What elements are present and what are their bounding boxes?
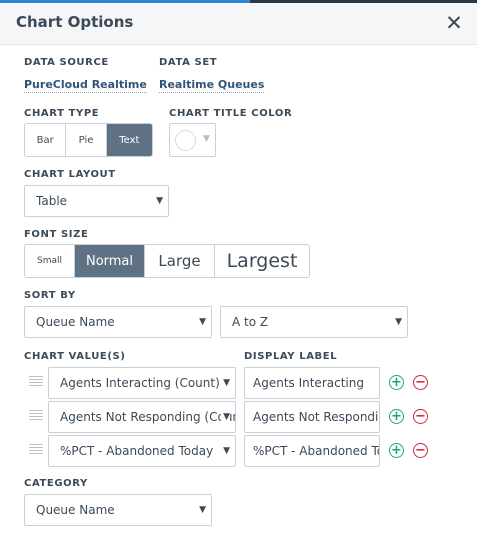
sort-by-order-value: A to Z [232,315,269,329]
chart-title-color-picker[interactable]: ▼ [169,123,216,157]
font-size-selector: Small Normal Large Largest [24,244,310,278]
font-size-normal-button[interactable]: Normal [75,245,145,277]
dialog-header: Chart Options ✕ [0,3,477,45]
chevron-down-icon: ▼ [221,410,230,424]
close-icon[interactable]: ✕ [444,11,464,35]
add-value-icon[interactable]: + [389,443,404,458]
chevron-down-icon: ▼ [154,194,163,208]
font-size-label: FONT SIZE [24,229,89,240]
chart-value-select[interactable]: Agents Interacting (Count) ▼ [48,367,236,399]
dialog-title: Chart Options [16,13,134,31]
chevron-down-icon: ▼ [203,134,210,144]
chart-layout-select[interactable]: Table ▼ [24,185,169,217]
chart-value-select[interactable]: Agents Not Responding (Count) ▼ [48,401,236,433]
category-select[interactable]: Queue Name ▼ [24,494,212,526]
chart-type-pie-button[interactable]: Pie [66,124,107,156]
data-source-label: DATA SOURCE [24,57,109,68]
chart-title-color-label: CHART TITLE COLOR [169,108,293,119]
category-value: Queue Name [36,503,115,517]
drag-handle-icon[interactable] [29,410,43,424]
chart-value-text: %PCT - Abandoned Today [60,444,214,458]
chart-value-text: Agents Not Responding (Count) [60,410,236,424]
display-label-input[interactable]: Agents Not Responding [244,401,380,433]
drag-handle-icon[interactable] [29,376,43,390]
chart-type-bar-button[interactable]: Bar [25,124,67,156]
chevron-down-icon: ▼ [221,444,230,458]
font-size-largest-button[interactable]: Largest [215,245,309,277]
remove-value-icon[interactable]: − [413,443,428,458]
color-swatch [175,130,196,151]
chart-value-select[interactable]: %PCT - Abandoned Today ▼ [48,435,236,467]
drag-handle-icon[interactable] [29,444,43,458]
display-label-input[interactable]: %PCT - Abandoned Today [244,435,380,467]
chevron-down-icon: ▼ [221,376,230,390]
data-set-label: DATA SET [159,57,218,68]
remove-value-icon[interactable]: − [413,375,428,390]
chart-type-label: CHART TYPE [24,108,100,119]
add-value-icon[interactable]: + [389,409,404,424]
chevron-down-icon: ▼ [197,503,206,517]
chevron-down-icon: ▼ [197,315,206,329]
chart-type-selector: Bar Pie Text [24,123,153,157]
category-label: CATEGORY [24,478,88,489]
chevron-down-icon: ▼ [393,315,402,329]
sort-by-field-value: Queue Name [36,315,115,329]
chart-layout-label: CHART LAYOUT [24,169,116,180]
remove-value-icon[interactable]: − [413,409,428,424]
chart-values-label: CHART VALUE(S) [24,351,126,362]
sort-by-field-select[interactable]: Queue Name ▼ [24,306,212,338]
data-source-link[interactable]: PureCloud Realtime [24,78,147,93]
display-label-header: DISPLAY LABEL [244,351,338,362]
chart-value-text: Agents Interacting (Count) [60,376,220,390]
sort-by-label: SORT BY [24,290,76,301]
chart-type-text-button[interactable]: Text [106,124,152,156]
sort-by-order-select[interactable]: A to Z ▼ [220,306,408,338]
data-set-link[interactable]: Realtime Queues [159,78,265,93]
add-value-icon[interactable]: + [389,375,404,390]
chart-layout-value: Table [36,194,68,208]
font-size-small-button[interactable]: Small [25,245,75,277]
display-label-input[interactable]: Agents Interacting [244,367,380,399]
font-size-large-button[interactable]: Large [145,245,215,277]
